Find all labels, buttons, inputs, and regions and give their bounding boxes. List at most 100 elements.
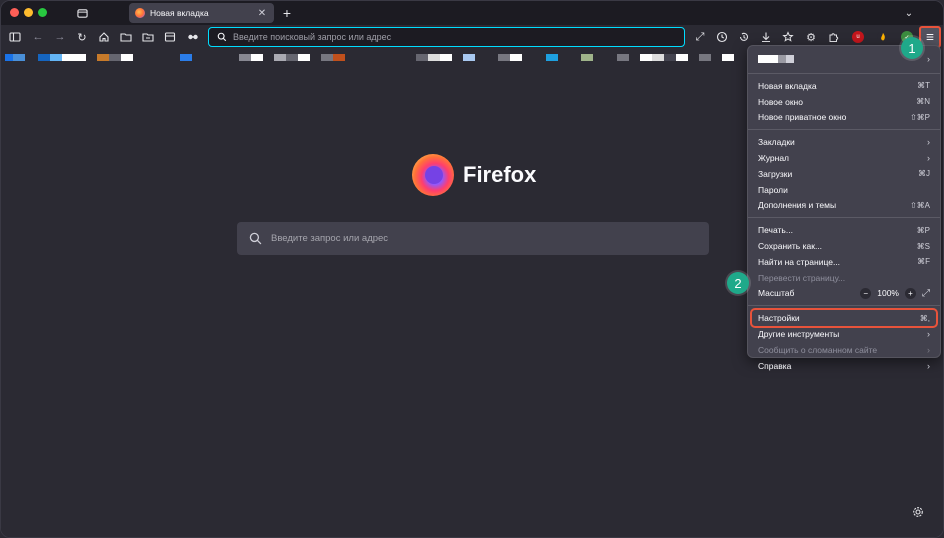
- bookmark-item[interactable]: [416, 54, 428, 61]
- sidebar-icon[interactable]: [6, 28, 24, 46]
- forward-icon[interactable]: →: [51, 28, 69, 46]
- bookmark-item[interactable]: [239, 54, 251, 61]
- new-tab-search[interactable]: [237, 222, 709, 255]
- bookmark-item[interactable]: [664, 54, 676, 61]
- bookmark-item[interactable]: [5, 54, 13, 61]
- bookmark-item[interactable]: [251, 54, 263, 61]
- hamburger-menu-icon: [926, 34, 934, 40]
- bookmark-item[interactable]: [180, 54, 192, 61]
- ublock-extension-icon[interactable]: u: [852, 31, 864, 43]
- bookmark-item[interactable]: [13, 54, 25, 61]
- menu-item-new-tab[interactable]: Новая вкладка ⌘T: [752, 78, 936, 94]
- menu-item-settings[interactable]: Настройки ⌘,: [750, 308, 938, 329]
- menu-item-addons-themes[interactable]: Дополнения и темы ⇧⌘A: [752, 198, 936, 214]
- menu-item-help[interactable]: Справка ›: [752, 358, 936, 374]
- menu-separator: [748, 217, 940, 219]
- menu-item-report-broken-site: Сообщить о сломанном сайте ›: [758, 344, 930, 355]
- chevron-right-icon: ›: [927, 360, 930, 371]
- zoom-out-button[interactable]: −: [860, 287, 872, 299]
- search-icon: [249, 232, 262, 245]
- menu-item-save-as[interactable]: Сохранить как... ⌘S: [752, 238, 936, 254]
- bookmark-item[interactable]: [62, 54, 86, 61]
- bookmark-item[interactable]: [321, 54, 333, 61]
- chevron-right-icon: ›: [927, 153, 930, 164]
- browser-window: Новая вкладка ✕ + ⌄ ← → ↻ ⤢: [0, 0, 944, 538]
- extensions-puzzle-icon[interactable]: [825, 28, 843, 46]
- menu-item-new-private-window[interactable]: Новое приватное окно ⇧⌘P: [752, 110, 936, 126]
- expand-icon[interactable]: ⤢: [691, 28, 709, 46]
- bookmark-item[interactable]: [286, 54, 298, 61]
- private-mask-icon[interactable]: [184, 28, 202, 46]
- address-bar[interactable]: [208, 27, 685, 47]
- firefox-favicon-icon: [135, 8, 145, 18]
- close-window-button[interactable]: [10, 8, 19, 17]
- bookmark-item[interactable]: [274, 54, 286, 61]
- tab-title: Новая вкладка: [150, 8, 209, 18]
- menu-item-downloads[interactable]: Загрузки ⌘J: [752, 166, 936, 182]
- menu-item-bookmarks[interactable]: Закладки ›: [752, 134, 936, 150]
- menu-separator: [748, 305, 940, 307]
- menu-item-more-tools[interactable]: Другие инструменты ›: [752, 326, 936, 342]
- maximize-window-button[interactable]: [38, 8, 47, 17]
- personalize-gear-icon[interactable]: [910, 504, 926, 520]
- gear-icon[interactable]: ⚙: [802, 28, 820, 46]
- menu-item-find-in-page[interactable]: Найти на странице... ⌘F: [752, 254, 936, 270]
- home-icon[interactable]: [95, 28, 113, 46]
- bookmark-item[interactable]: [652, 54, 664, 61]
- fullscreen-icon[interactable]: ⤢: [922, 288, 930, 299]
- zoom-in-button[interactable]: +: [905, 287, 916, 299]
- minimize-window-button[interactable]: [24, 8, 33, 17]
- bookmark-item[interactable]: [510, 54, 522, 61]
- application-menu: › Новая вкладка ⌘T Новое окно ⌘N Новое п…: [747, 45, 941, 371]
- firefox-logo-icon: [412, 154, 454, 196]
- bookmark-item[interactable]: [440, 54, 452, 61]
- firefox-view-icon[interactable]: [74, 5, 90, 21]
- bookmark-item[interactable]: [463, 54, 475, 61]
- bookmark-item[interactable]: [428, 54, 440, 61]
- bookmark-item[interactable]: [97, 54, 109, 61]
- new-tab-button[interactable]: +: [279, 5, 295, 21]
- bookmark-item[interactable]: [699, 54, 711, 61]
- bookmark-item[interactable]: [121, 54, 133, 61]
- new-tab-search-input[interactable]: [271, 233, 709, 244]
- menu-separator: [748, 73, 940, 74]
- back-icon[interactable]: ←: [29, 28, 47, 46]
- tab-strip: Новая вкладка ✕ + ⌄: [1, 1, 943, 25]
- bookmark-item[interactable]: [109, 54, 121, 61]
- folder-icon[interactable]: [117, 28, 135, 46]
- address-input[interactable]: [233, 32, 684, 42]
- bookmark-item[interactable]: [50, 54, 62, 61]
- tab-new-tab[interactable]: Новая вкладка ✕: [129, 3, 274, 23]
- menu-item-history[interactable]: Журнал ›: [752, 150, 936, 166]
- menu-item-print[interactable]: Печать... ⌘P: [752, 222, 936, 238]
- menu-item-new-window[interactable]: Новое окно ⌘N: [752, 94, 936, 110]
- step-badge-1: 1: [901, 37, 923, 59]
- bookmark-item[interactable]: [581, 54, 593, 61]
- bookmark-item[interactable]: [546, 54, 558, 61]
- menu-separator: [748, 129, 940, 131]
- firefox-wordmark: Firefox: [463, 162, 537, 187]
- download-icon[interactable]: [757, 28, 775, 46]
- menu-item-passwords[interactable]: Пароли: [752, 182, 936, 198]
- bookmark-item[interactable]: [498, 54, 510, 61]
- bookmark-item[interactable]: [617, 54, 629, 61]
- bookmark-item[interactable]: [640, 54, 652, 61]
- history-clock-icon[interactable]: [713, 28, 731, 46]
- bookmark-item[interactable]: [38, 54, 50, 61]
- bookmark-item[interactable]: [298, 54, 310, 61]
- account-avatar: [758, 55, 778, 63]
- bookmark-star-icon[interactable]: [779, 28, 797, 46]
- bookmark-item[interactable]: [676, 54, 688, 61]
- reload-icon[interactable]: ↻: [73, 28, 91, 46]
- close-tab-icon[interactable]: ✕: [256, 7, 268, 19]
- bookmark-item[interactable]: [333, 54, 345, 61]
- chevron-right-icon: ›: [927, 54, 930, 64]
- zoom-level[interactable]: 100%: [877, 288, 899, 298]
- step-badge-2: 2: [727, 272, 749, 294]
- extension-flame-icon[interactable]: [877, 31, 889, 43]
- folder-bookmarks-icon[interactable]: [139, 28, 157, 46]
- bookmark-item[interactable]: [722, 54, 734, 61]
- reader-view-icon[interactable]: [161, 28, 179, 46]
- list-all-tabs-button[interactable]: ⌄: [901, 5, 917, 21]
- history-back-icon[interactable]: [735, 28, 753, 46]
